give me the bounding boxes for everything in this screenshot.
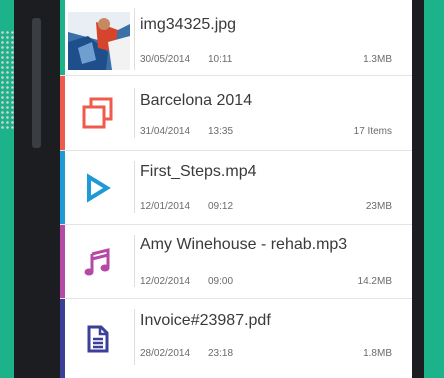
folder-copy-icon	[65, 76, 131, 150]
file-name: First_Steps.mp4	[140, 163, 257, 180]
music-note-icon	[65, 225, 131, 298]
file-time: 09:12	[208, 201, 234, 212]
row-divider	[134, 161, 135, 213]
phone-frame-left	[14, 0, 60, 378]
file-date: 12/01/2014	[140, 201, 191, 212]
file-time: 10:11	[208, 54, 233, 65]
file-size: 1.8MB	[363, 348, 392, 359]
file-time: 23:18	[208, 348, 234, 359]
file-size: 14.2MB	[357, 276, 392, 287]
row-divider	[134, 309, 135, 365]
row-divider	[134, 8, 135, 70]
file-list: img34325.jpg 30/05/2014 10:11 1.3MB Barc…	[60, 0, 412, 378]
file-size: 17 Items	[353, 126, 392, 137]
file-date: 12/02/2014	[140, 276, 191, 287]
background-right	[424, 0, 444, 378]
phone-frame-right	[412, 0, 424, 378]
file-row-document[interactable]: Invoice#23987.pdf 28/02/2014 23:18 1.8MB	[60, 299, 412, 378]
play-icon	[65, 151, 131, 224]
file-name: Barcelona 2014	[140, 92, 253, 109]
phone-side-button	[32, 18, 41, 148]
file-time: 13:35	[208, 126, 234, 137]
file-name: Invoice#23987.pdf	[140, 312, 271, 329]
file-date: 31/04/2014	[140, 126, 191, 137]
file-row-audio[interactable]: Amy Winehouse - rehab.mp3 12/02/2014 09:…	[60, 225, 412, 299]
file-date: 28/02/2014	[140, 348, 191, 359]
document-icon	[65, 299, 131, 378]
row-color-bar	[60, 0, 65, 75]
file-name: Amy Winehouse - rehab.mp3	[140, 236, 348, 253]
file-row-folder[interactable]: Barcelona 2014 31/04/2014 13:35 17 Items	[60, 76, 412, 151]
row-divider	[134, 88, 135, 138]
file-size: 23MB	[365, 201, 392, 212]
file-size: 1.3MB	[363, 54, 392, 65]
file-date: 30/05/2014	[140, 54, 191, 65]
file-row-image[interactable]: img34325.jpg 30/05/2014 10:11 1.3MB	[60, 0, 412, 76]
file-time: 09:00	[208, 276, 234, 287]
file-name: img34325.jpg	[140, 16, 237, 33]
row-divider	[134, 235, 135, 287]
file-row-video[interactable]: First_Steps.mp4 12/01/2014 09:12 23MB	[60, 151, 412, 225]
image-thumbnail	[68, 12, 130, 70]
